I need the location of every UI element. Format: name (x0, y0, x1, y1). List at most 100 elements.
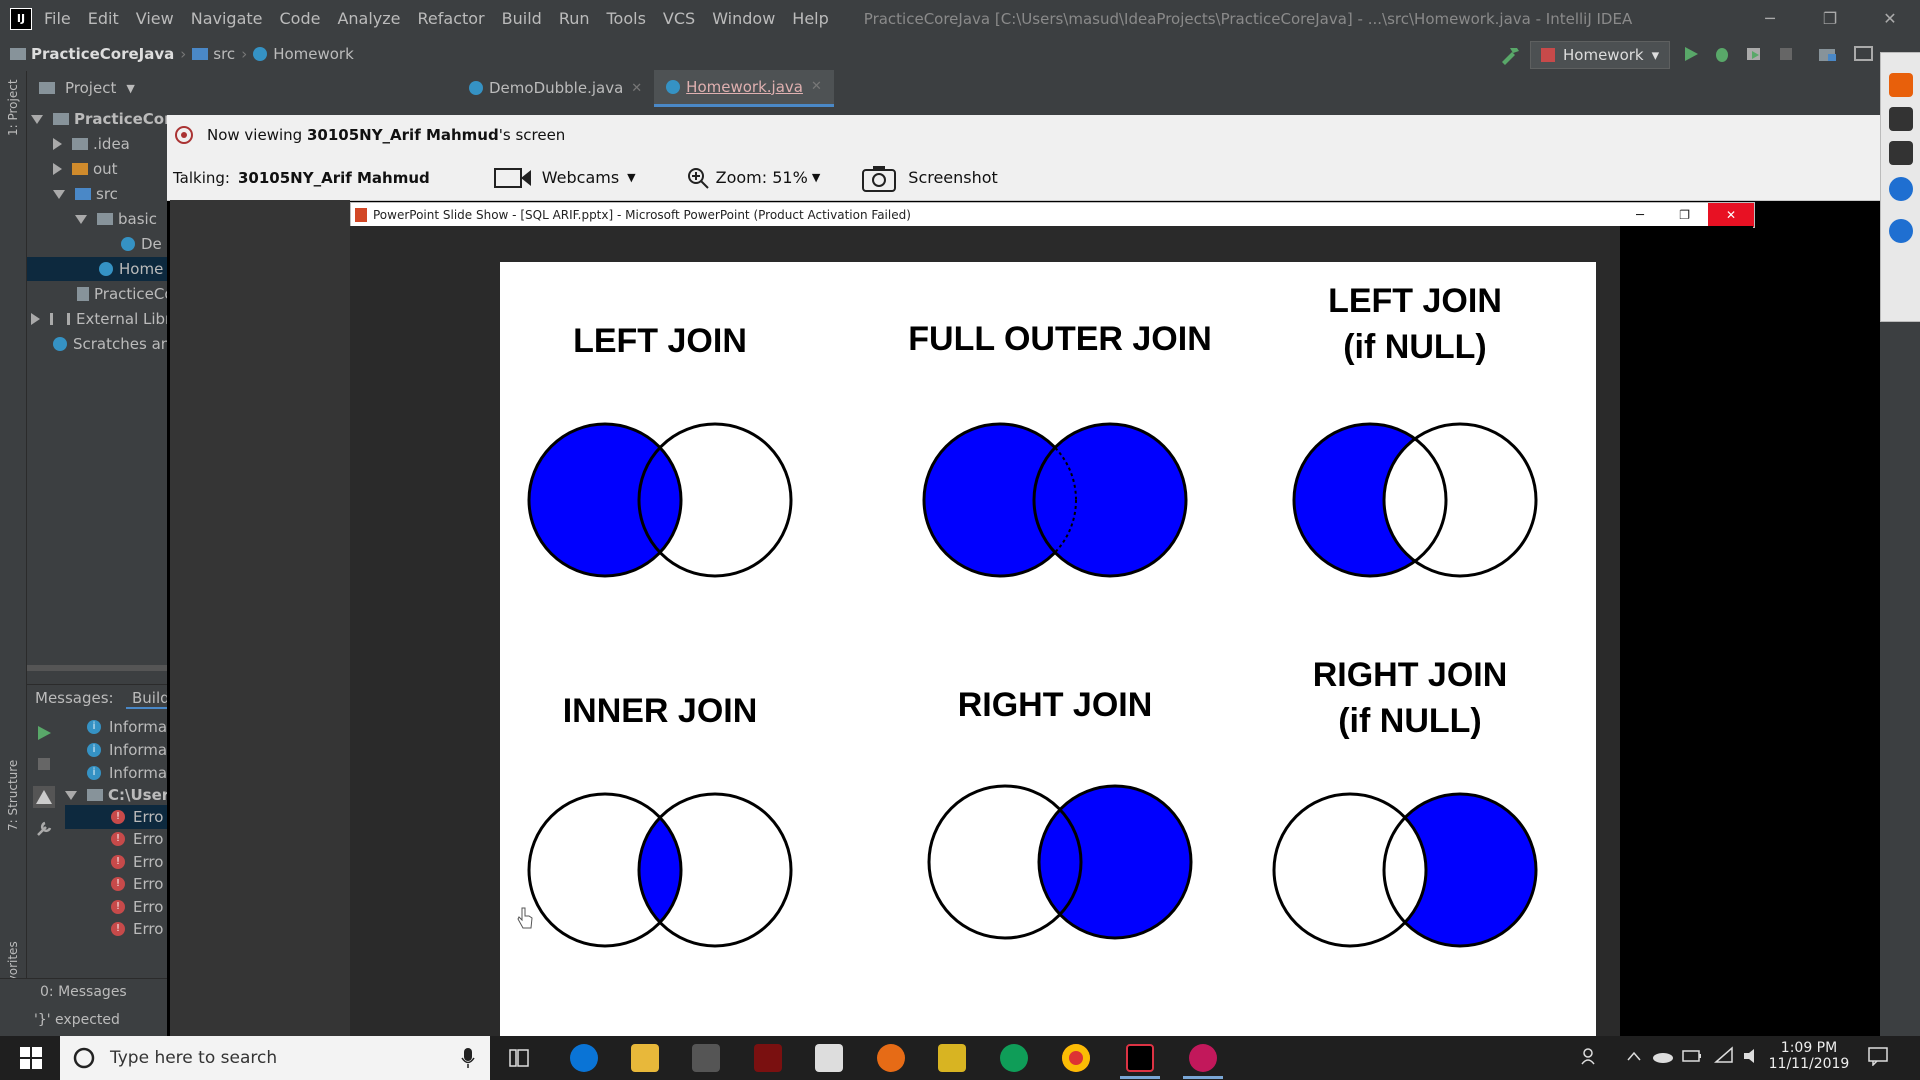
close-tab-icon[interactable]: ✕ (811, 79, 822, 94)
menu-tools[interactable]: Tools (607, 9, 646, 28)
debug-icon[interactable] (1713, 45, 1731, 63)
puzzle-app-icon[interactable] (938, 1044, 966, 1072)
menu-view[interactable]: View (136, 9, 174, 28)
tree-item-homework[interactable]: Home (27, 257, 167, 281)
intellij-icon[interactable] (1126, 1044, 1154, 1072)
tree-item-scratches[interactable]: Scratches and (53, 332, 180, 356)
ppt-close-button[interactable]: ✕ (1708, 203, 1754, 227)
game-app-icon[interactable] (754, 1044, 782, 1072)
warning-filter-icon[interactable] (33, 786, 55, 808)
share-screen-icon[interactable] (1889, 177, 1913, 201)
tree-item-src[interactable]: src (53, 182, 118, 206)
error-row[interactable]: ! Erro (65, 805, 167, 829)
tab-homework[interactable]: Homework.java ✕ (654, 69, 834, 107)
onedrive-icon[interactable] (1652, 1048, 1674, 1064)
project-tool-tab[interactable]: 1: Project (6, 79, 20, 136)
message-row[interactable]: i Informa (87, 761, 167, 785)
close-tab-icon[interactable]: ✕ (631, 81, 642, 96)
ppt-restore-button[interactable]: ❐ (1679, 208, 1690, 222)
menu-run[interactable]: Run (559, 9, 590, 28)
video-camera-icon[interactable] (1889, 141, 1913, 165)
error-row[interactable]: ! Erro (111, 850, 163, 874)
menu-build[interactable]: Build (502, 9, 542, 28)
build-hammer-icon[interactable] (1498, 44, 1520, 66)
chevron-down-icon[interactable]: ▼ (812, 171, 820, 184)
menu-analyze[interactable]: Analyze (337, 9, 400, 28)
minimize-button[interactable]: ─ (1740, 0, 1800, 37)
chrome-icon[interactable] (1062, 1044, 1090, 1072)
wifi-icon[interactable] (1714, 1046, 1734, 1064)
tree-item-project-root[interactable]: PracticeCore (31, 107, 182, 131)
run-config-label: Homework (1563, 46, 1644, 64)
menu-code[interactable]: Code (280, 9, 321, 28)
tree-item-external-libraries[interactable]: External Libra (31, 307, 180, 331)
message-row-file[interactable]: C:\Users (65, 783, 178, 807)
notification-icon[interactable] (1868, 1046, 1888, 1066)
mail-icon[interactable] (815, 1044, 843, 1072)
windows-start-icon[interactable] (20, 1047, 42, 1069)
tree-item-basic[interactable]: basic (75, 207, 157, 231)
project-structure-icon[interactable] (1818, 45, 1838, 63)
tab-messages[interactable]: 0: Messages (40, 984, 127, 1000)
run-configuration-select[interactable]: Homework ▾ (1530, 41, 1671, 69)
people-icon[interactable] (1580, 1046, 1600, 1066)
menu-help[interactable]: Help (792, 9, 828, 28)
webcams-button[interactable]: Webcams (542, 168, 619, 187)
menu-file[interactable]: File (44, 9, 71, 28)
error-row[interactable]: ! Erro (111, 917, 163, 941)
breadcrumb-folder[interactable]: src (213, 45, 235, 63)
wrench-icon[interactable] (35, 820, 53, 838)
skype-meeting-icon[interactable] (1189, 1044, 1217, 1072)
tree-item-idea[interactable]: .idea (53, 132, 130, 156)
menu-window[interactable]: Window (712, 9, 775, 28)
project-panel-title[interactable]: Project (65, 79, 116, 97)
volume-icon[interactable] (1742, 1047, 1760, 1065)
edge-icon[interactable] (570, 1044, 598, 1072)
task-view-icon[interactable] (508, 1047, 530, 1069)
microphone-icon[interactable] (460, 1047, 476, 1069)
folder-orange-icon (72, 163, 88, 175)
structure-tool-tab[interactable]: 7: Structure (6, 760, 20, 831)
chevron-down-icon[interactable]: ▼ (126, 82, 134, 95)
error-row[interactable]: ! Erro (111, 827, 163, 851)
error-row[interactable]: ! Erro (111, 895, 163, 919)
chevron-down-icon[interactable]: ▼ (627, 171, 635, 184)
tab-demodubble[interactable]: DemoDubble.java ✕ (457, 71, 654, 105)
tree-item-demo[interactable]: De (121, 232, 162, 256)
right-join-diagram (927, 784, 1193, 940)
restore-button[interactable]: ❐ (1800, 0, 1860, 37)
taskbar-search[interactable]: Type here to search (60, 1036, 490, 1080)
stop-icon[interactable] (36, 756, 52, 772)
breadcrumb-file[interactable]: Homework (273, 45, 354, 63)
menu-navigate[interactable]: Navigate (191, 9, 263, 28)
run-icon[interactable] (1682, 45, 1700, 63)
menu-vcs[interactable]: VCS (663, 9, 695, 28)
coverage-icon[interactable] (1745, 45, 1763, 63)
globe-icon[interactable] (1889, 219, 1913, 243)
chevron-up-icon[interactable] (1626, 1050, 1642, 1062)
menu-refactor[interactable]: Refactor (418, 9, 485, 28)
clock[interactable]: 1:09 PM 11/11/2019 (1764, 1036, 1854, 1080)
breadcrumb-project[interactable]: PracticeCoreJava (31, 45, 174, 63)
file-explorer-icon[interactable] (631, 1044, 659, 1072)
horizontal-scrollbar[interactable] (27, 665, 167, 671)
message-row[interactable]: i Informa (87, 738, 167, 762)
tree-item-out[interactable]: out (53, 157, 118, 181)
menu-edit[interactable]: Edit (88, 9, 119, 28)
screenshot-button[interactable]: Screenshot (908, 168, 998, 187)
microphone-icon[interactable] (1889, 107, 1913, 131)
ppt-minimize-button[interactable]: ─ (1636, 208, 1644, 223)
tree-item-module-file[interactable]: PracticeCo (77, 282, 174, 306)
message-row[interactable]: i Informa (87, 715, 167, 739)
error-row[interactable]: ! Erro (111, 872, 163, 896)
sdk-icon[interactable] (1854, 45, 1874, 63)
back-arrow-icon[interactable] (1889, 73, 1913, 97)
close-button[interactable]: ✕ (1860, 0, 1920, 37)
hangouts-icon[interactable] (1000, 1044, 1028, 1072)
stop-icon[interactable] (1778, 46, 1794, 62)
battery-icon[interactable] (1682, 1049, 1702, 1063)
store-icon[interactable] (692, 1044, 720, 1072)
firefox-icon[interactable] (877, 1044, 905, 1072)
zoom-control[interactable]: Zoom: 51% (716, 168, 808, 187)
rerun-icon[interactable] (35, 724, 53, 742)
